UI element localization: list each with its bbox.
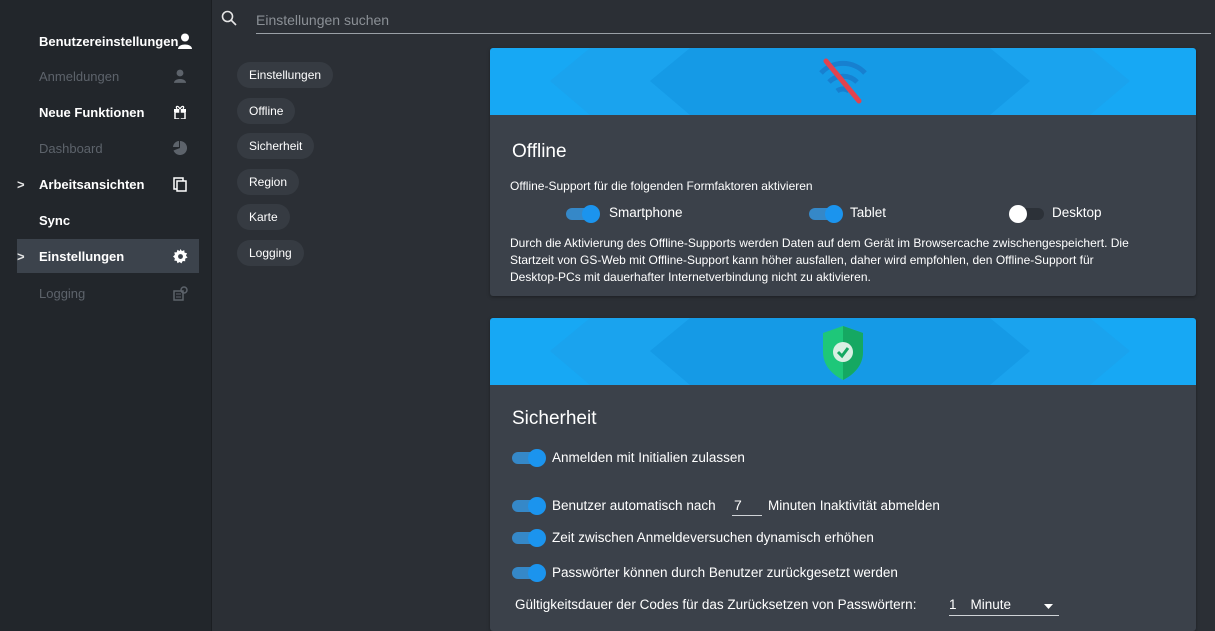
sidebar-item-logging: Logging xyxy=(17,276,199,310)
sidebar-item-dashboard: Dashboard xyxy=(17,131,199,165)
smartphone-label: Smartphone xyxy=(609,205,683,220)
chevron-right-icon: > xyxy=(17,176,25,192)
search-icon[interactable] xyxy=(221,10,237,31)
dynamic-delay-toggle[interactable] xyxy=(512,529,546,547)
caret-down-icon xyxy=(1044,597,1053,612)
sidebar-item-einstellungen[interactable]: > Einstellungen xyxy=(17,239,199,273)
sidebar-item-benutzereinstellungen[interactable]: Benutzereinstellungen xyxy=(17,24,199,58)
copy-icon xyxy=(171,175,189,193)
security-title: Sicherheit xyxy=(512,408,597,429)
sidebar-item-sync[interactable]: Sync xyxy=(17,203,199,237)
password-reset-label: Passwörter können durch Benutzer zurückg… xyxy=(552,565,898,580)
sidebar-item-label: Arbeitsansichten xyxy=(39,176,145,192)
log-icon xyxy=(171,284,189,302)
sidebar-item-arbeitsansichten[interactable]: > Arbeitsansichten xyxy=(17,167,199,201)
chevron-right-icon: > xyxy=(17,248,25,264)
smartphone-toggle[interactable] xyxy=(566,205,600,223)
gift-icon xyxy=(171,103,189,121)
initials-label: Anmelden mit Initialien zulassen xyxy=(552,450,745,465)
offline-description-line: Durch die Aktivierung des Offline-Suppor… xyxy=(510,236,1129,250)
desktop-label: Desktop xyxy=(1052,205,1102,220)
sidebar-item-label: Neue Funktionen xyxy=(39,104,145,120)
security-banner xyxy=(490,318,1196,385)
password-reset-toggle[interactable] xyxy=(512,564,546,582)
offline-banner xyxy=(490,48,1196,115)
user-icon xyxy=(171,67,189,85)
gear-icon xyxy=(171,247,189,265)
validity-value: 1 xyxy=(949,597,957,612)
offline-description-line: Startzeit von GS-Web mit Offline-Support… xyxy=(510,253,1094,267)
validity-select[interactable]: 1 Minute xyxy=(949,594,1059,616)
tablet-toggle[interactable] xyxy=(809,205,843,223)
nav-chip-karte[interactable]: Karte xyxy=(237,204,290,230)
auto-logout-minutes-input[interactable] xyxy=(732,494,762,516)
offline-card: Offline Offline-Support für die folgende… xyxy=(490,48,1196,296)
offline-description-line: Desktop-PCs mit dauerhafter Internetverb… xyxy=(510,270,871,284)
auto-logout-label: Benutzer automatisch nach xyxy=(552,498,716,513)
offline-intro: Offline-Support für die folgenden Formfa… xyxy=(510,179,813,193)
nav-chip-sicherheit[interactable]: Sicherheit xyxy=(237,133,315,159)
sidebar-item-anmeldungen: Anmeldungen xyxy=(17,59,199,93)
user-icon xyxy=(178,32,193,50)
auto-logout-toggle[interactable] xyxy=(512,497,546,515)
sidebar-item-label: Anmeldungen xyxy=(39,68,120,84)
sidebar-item-label: Logging xyxy=(39,285,86,301)
nav-chip-offline[interactable]: Offline xyxy=(237,98,296,124)
desktop-toggle[interactable] xyxy=(1009,205,1044,223)
initials-toggle[interactable] xyxy=(512,449,546,467)
tablet-label: Tablet xyxy=(850,205,887,220)
search-input[interactable] xyxy=(256,6,1211,34)
offline-title: Offline xyxy=(512,141,567,162)
sidebar-item-neue-funktionen[interactable]: Neue Funktionen xyxy=(17,95,199,129)
dynamic-delay-label: Zeit zwischen Anmeldeversuchen dynamisch… xyxy=(552,530,874,545)
nav-chip-region[interactable]: Region xyxy=(237,169,300,195)
no-wifi-icon xyxy=(813,51,873,112)
sidebar-item-label: Dashboard xyxy=(39,140,103,156)
sidebar-item-label: Einstellungen xyxy=(39,248,125,264)
nav-chip-logging[interactable]: Logging xyxy=(237,240,304,266)
shield-icon xyxy=(821,318,865,385)
validity-unit: Minute xyxy=(970,597,1012,612)
sidebar-item-label: Benutzereinstellungen xyxy=(39,33,179,49)
pie-chart-icon xyxy=(171,139,189,157)
nav-chip-einstellungen[interactable]: Einstellungen xyxy=(237,62,334,88)
sidebar: Benutzereinstellungen Anmeldungen Neue F… xyxy=(0,0,212,631)
auto-logout-suffix: Minuten Inaktivität abmelden xyxy=(768,498,940,513)
sidebar-item-label: Sync xyxy=(39,212,71,228)
security-card: Sicherheit Anmelden mit Initialien zulas… xyxy=(490,318,1196,631)
validity-label: Gültigkeitsdauer der Codes für das Zurüc… xyxy=(515,597,917,612)
